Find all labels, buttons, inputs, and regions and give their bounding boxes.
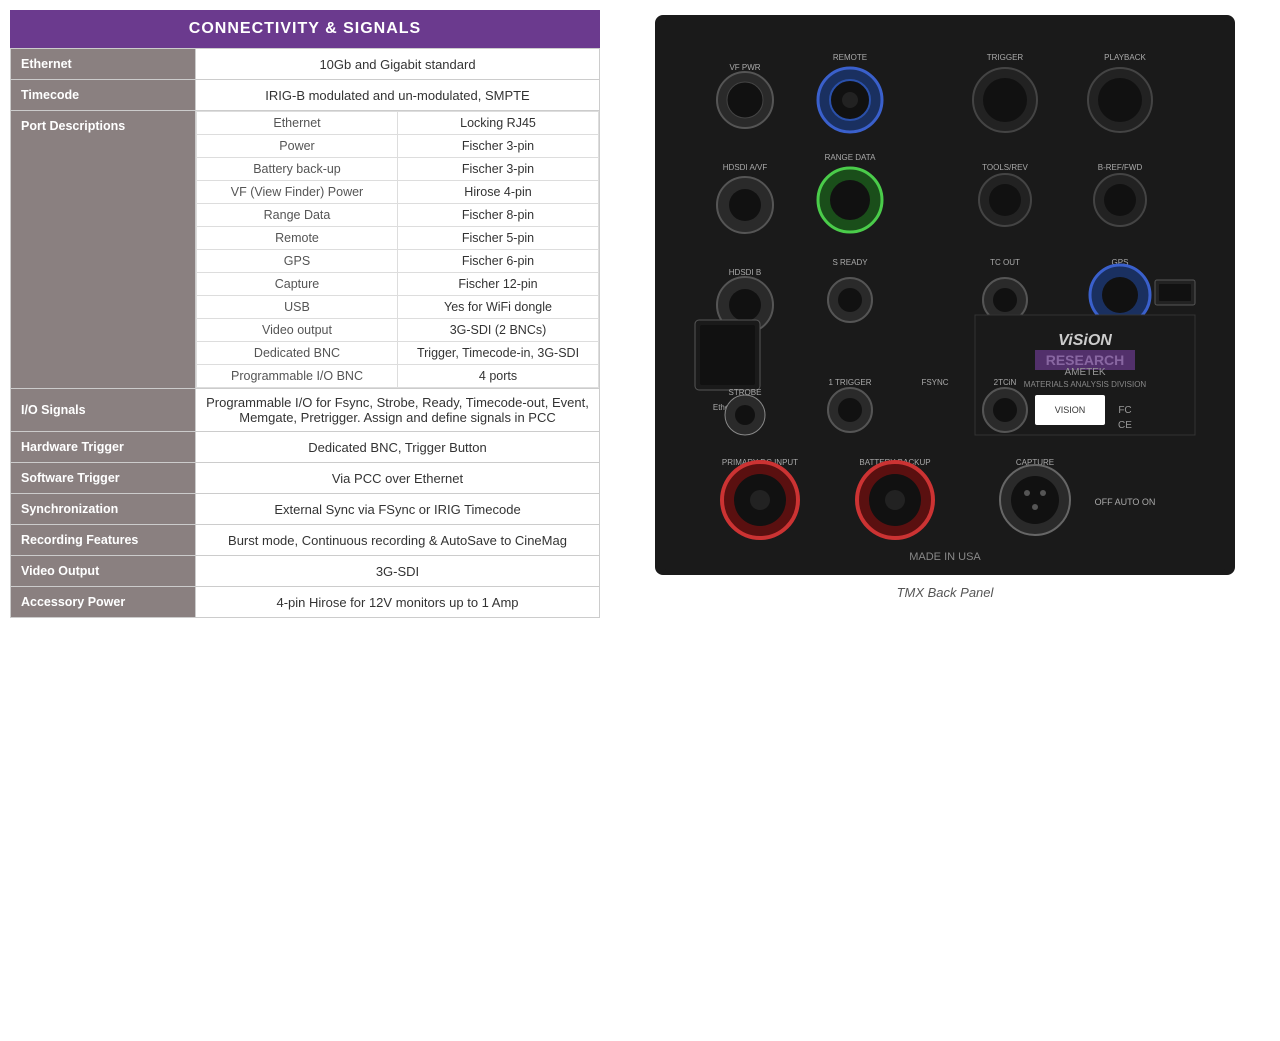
port-row: PowerFischer 3-pin [197, 135, 599, 158]
port-connector: Fischer 6-pin [398, 250, 599, 273]
table-row: TimecodeIRIG-B modulated and un-modulate… [11, 80, 600, 111]
port-row: USBYes for WiFi dongle [197, 296, 599, 319]
port-connector: Trigger, Timecode-in, 3G-SDI [398, 342, 599, 365]
svg-text:HDSDI B: HDSDI B [729, 268, 761, 277]
svg-text:REMOTE: REMOTE [833, 53, 867, 62]
port-row: GPSFischer 6-pin [197, 250, 599, 273]
port-connector: Fischer 3-pin [398, 135, 599, 158]
port-row: Dedicated BNCTrigger, Timecode-in, 3G-SD… [197, 342, 599, 365]
port-connector: Yes for WiFi dongle [398, 296, 599, 319]
svg-text:FC: FC [1118, 405, 1131, 416]
svg-text:FSYNC: FSYNC [921, 378, 948, 387]
row-value: 10Gb and Gigabit standard [196, 49, 600, 80]
port-name: VF (View Finder) Power [197, 181, 398, 204]
row-label: Software Trigger [11, 463, 196, 494]
row-value: Via PCC over Ethernet [196, 463, 600, 494]
svg-text:TC OUT: TC OUT [990, 258, 1020, 267]
row-value: Dedicated BNC, Trigger Button [196, 432, 600, 463]
svg-text:ViSiON: ViSiON [1058, 332, 1112, 349]
svg-text:B-REF/FWD: B-REF/FWD [1098, 163, 1143, 172]
table-row: Hardware TriggerDedicated BNC, Trigger B… [11, 432, 600, 463]
port-name: Video output [197, 319, 398, 342]
port-name: GPS [197, 250, 398, 273]
port-row: Battery back-upFischer 3-pin [197, 158, 599, 181]
port-connector: Fischer 12-pin [398, 273, 599, 296]
row-value: Burst mode, Continuous recording & AutoS… [196, 525, 600, 556]
table-row: Ethernet10Gb and Gigabit standard [11, 49, 600, 80]
port-row: EthernetLocking RJ45 [197, 112, 599, 135]
row-label: Timecode [11, 80, 196, 111]
row-value: Programmable I/O for Fsync, Strobe, Read… [196, 389, 600, 432]
port-name: Remote [197, 227, 398, 250]
port-row: Video output3G-SDI (2 BNCs) [197, 319, 599, 342]
svg-text:MATERIALS ANALYSIS DIVISION: MATERIALS ANALYSIS DIVISION [1024, 380, 1147, 389]
section-header: CONNECTIVITY & SIGNALS [10, 10, 600, 48]
table-row: Software TriggerVia PCC over Ethernet [11, 463, 600, 494]
port-descriptions-row: Port DescriptionsEthernetLocking RJ45Pow… [11, 111, 600, 389]
port-row: Programmable I/O BNC4 ports [197, 365, 599, 388]
page-wrapper: CONNECTIVITY & SIGNALS Ethernet10Gb and … [0, 0, 1280, 628]
svg-text:TRIGGER: TRIGGER [987, 53, 1024, 62]
port-connector: Fischer 8-pin [398, 204, 599, 227]
port-row: RemoteFischer 5-pin [197, 227, 599, 250]
svg-text:OFF AUTO ON: OFF AUTO ON [1095, 497, 1156, 507]
row-label: Ethernet [11, 49, 196, 80]
port-name: Dedicated BNC [197, 342, 398, 365]
svg-text:1 TRIGGER: 1 TRIGGER [829, 378, 872, 387]
svg-text:VISION: VISION [1055, 405, 1086, 415]
svg-text:VF PWR: VF PWR [729, 63, 760, 72]
port-connector: Hirose 4-pin [398, 181, 599, 204]
left-panel: CONNECTIVITY & SIGNALS Ethernet10Gb and … [10, 10, 600, 618]
camera-panel-svg: VF PWR REMOTE TRIGGER PLAYBACK [655, 15, 1235, 575]
port-connector: 3G-SDI (2 BNCs) [398, 319, 599, 342]
row-label: I/O Signals [11, 389, 196, 432]
table-row: Recording FeaturesBurst mode, Continuous… [11, 525, 600, 556]
port-name: Range Data [197, 204, 398, 227]
port-row: CaptureFischer 12-pin [197, 273, 599, 296]
port-connector: Locking RJ45 [398, 112, 599, 135]
table-row: SynchronizationExternal Sync via FSync o… [11, 494, 600, 525]
row-value: External Sync via FSync or IRIG Timecode [196, 494, 600, 525]
port-name: Power [197, 135, 398, 158]
row-value: 4-pin Hirose for 12V monitors up to 1 Am… [196, 587, 600, 618]
image-caption: TMX Back Panel [897, 585, 994, 600]
port-desc-label: Port Descriptions [11, 111, 196, 389]
table-row: Video Output3G-SDI [11, 556, 600, 587]
svg-text:2TCiN: 2TCiN [994, 378, 1017, 387]
row-label: Video Output [11, 556, 196, 587]
row-value: IRIG-B modulated and un-modulated, SMPTE [196, 80, 600, 111]
svg-text:CE: CE [1118, 420, 1132, 431]
svg-text:AMETEK: AMETEK [1064, 367, 1105, 378]
right-panel: VF PWR REMOTE TRIGGER PLAYBACK [620, 10, 1270, 618]
port-desc-container: EthernetLocking RJ45PowerFischer 3-pinBa… [196, 111, 600, 389]
row-label: Accessory Power [11, 587, 196, 618]
port-name: Programmable I/O BNC [197, 365, 398, 388]
port-row: Range DataFischer 8-pin [197, 204, 599, 227]
port-name: Battery back-up [197, 158, 398, 181]
table-row: Accessory Power4-pin Hirose for 12V moni… [11, 587, 600, 618]
svg-text:TOOLS/REV: TOOLS/REV [982, 163, 1028, 172]
row-value: 3G-SDI [196, 556, 600, 587]
svg-text:S READY: S READY [832, 258, 868, 267]
row-label: Recording Features [11, 525, 196, 556]
port-connector: Fischer 3-pin [398, 158, 599, 181]
svg-text:HDSDI A/VF: HDSDI A/VF [723, 163, 768, 172]
port-connector: 4 ports [398, 365, 599, 388]
port-name: USB [197, 296, 398, 319]
svg-text:MADE IN USA: MADE IN USA [909, 551, 981, 563]
row-label: Hardware Trigger [11, 432, 196, 463]
svg-text:RANGE DATA: RANGE DATA [825, 153, 876, 162]
port-name: Capture [197, 273, 398, 296]
svg-text:PLAYBACK: PLAYBACK [1104, 53, 1146, 62]
port-name: Ethernet [197, 112, 398, 135]
port-connector: Fischer 5-pin [398, 227, 599, 250]
row-label: Synchronization [11, 494, 196, 525]
connectivity-table: Ethernet10Gb and Gigabit standardTimecod… [10, 48, 600, 618]
table-row: I/O SignalsProgrammable I/O for Fsync, S… [11, 389, 600, 432]
port-row: VF (View Finder) PowerHirose 4-pin [197, 181, 599, 204]
camera-back-panel: VF PWR REMOTE TRIGGER PLAYBACK [655, 15, 1235, 575]
